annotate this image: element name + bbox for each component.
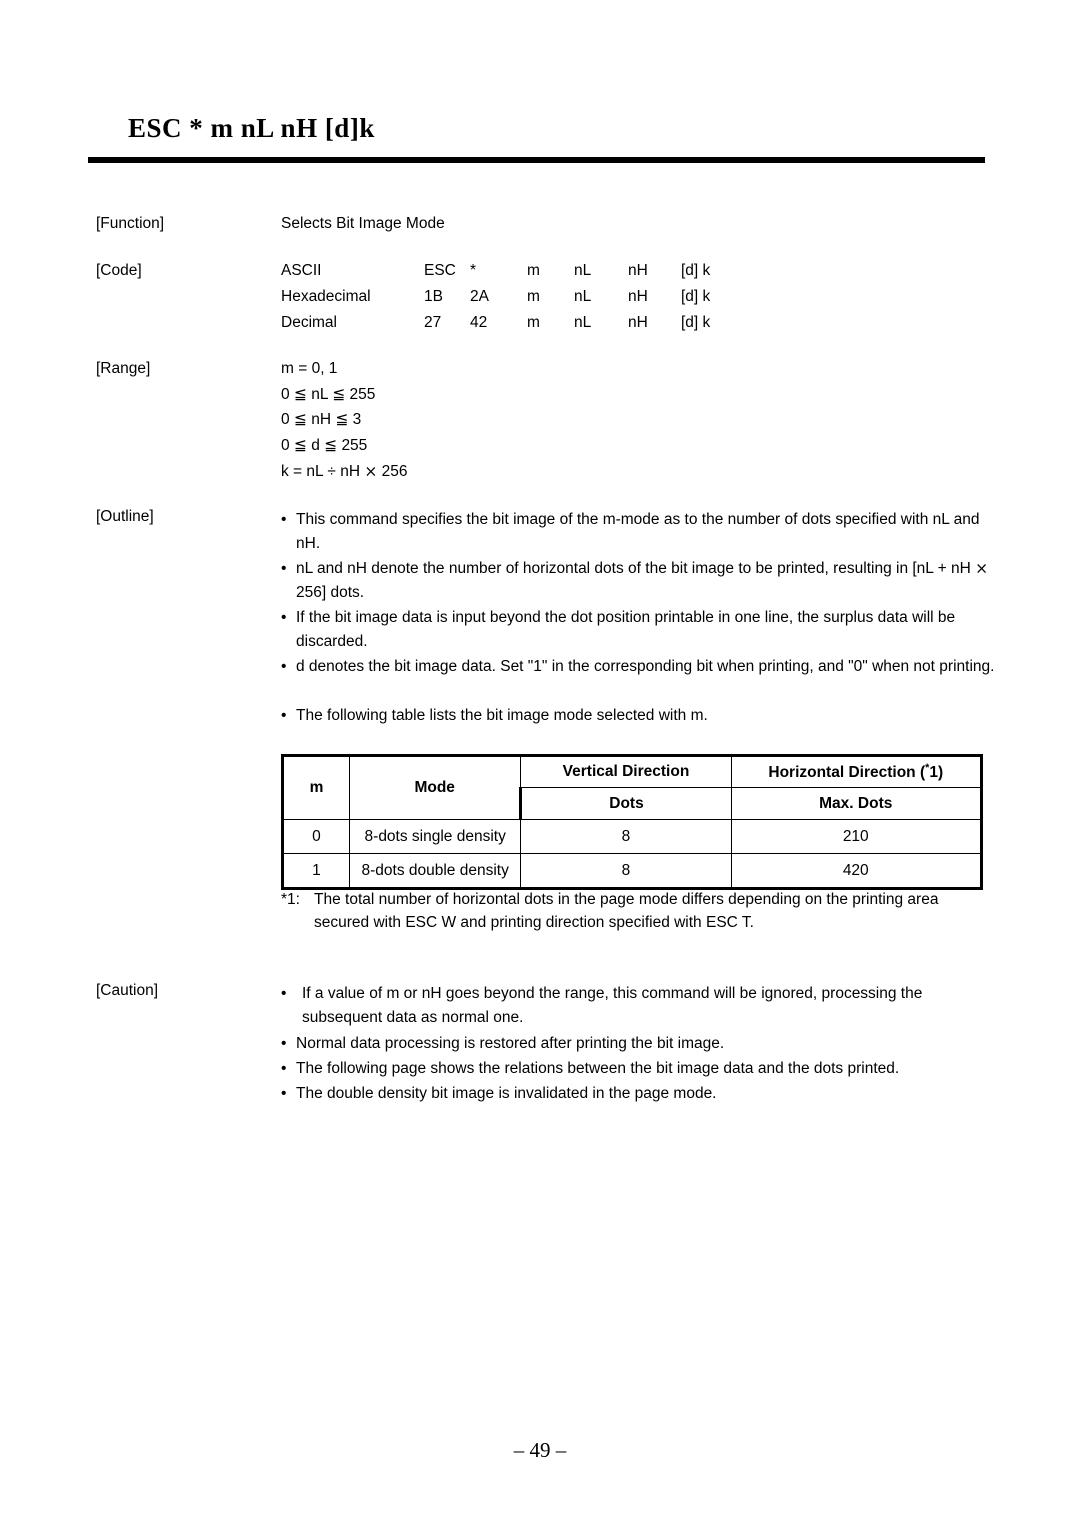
caution-bullet-text: Normal data processing is restored after… xyxy=(296,1035,725,1052)
code-row-byte2: 2A xyxy=(470,288,489,305)
code-row-m: m xyxy=(527,288,540,305)
code-row-byte1: ESC xyxy=(424,262,456,279)
range-label: [Range] xyxy=(96,360,151,377)
code-row-name: Hexadecimal xyxy=(281,288,371,305)
page-title: ESC * m nL nH [d]k xyxy=(128,113,375,143)
code-row-m: m xyxy=(527,314,540,331)
table-footnote: *1: The total number of horizontal dots … xyxy=(281,888,996,934)
bullet-icon: • xyxy=(281,1060,287,1077)
header-horizontal-direction: Horizontal Direction (*1) xyxy=(730,754,984,788)
code-row-nh: nH xyxy=(628,262,648,279)
caution-bullet-text: The following page shows the relations b… xyxy=(296,1060,900,1077)
outline-bullet-text: d denotes the bit image data. Set "1" in… xyxy=(296,658,995,675)
bullet-icon: • xyxy=(281,985,287,1002)
bullet-icon: • xyxy=(281,511,287,528)
outline-bullet-text: This command specifies the bit image of … xyxy=(296,511,980,552)
code-row-dk: [d] k xyxy=(681,314,711,331)
outline-bullet: • nL and nH denote the number of horizon… xyxy=(281,557,996,605)
range-line: m = 0, 1 xyxy=(281,360,338,377)
outline-bullet-text: nL and nH denote the number of horizonta… xyxy=(296,560,989,601)
outline-label: [Outline] xyxy=(96,508,154,525)
cell-mode: 8-dots double density xyxy=(348,853,522,890)
footnote-text: The total number of horizontal dots in t… xyxy=(314,891,939,931)
code-row-byte1: 1B xyxy=(424,288,443,305)
page-number: – 49 – xyxy=(513,1438,567,1462)
header-vertical-direction: Vertical Direction xyxy=(520,754,732,788)
table-row: 1 8-dots double density 8 420 xyxy=(281,853,984,890)
bullet-icon: • xyxy=(281,658,287,675)
function-label: [Function] xyxy=(96,215,165,232)
caution-bullet-text: The double density bit image is invalida… xyxy=(296,1085,717,1102)
footnote-label: *1: xyxy=(281,891,300,908)
range-line: k = nL ÷ nH ⨯ 256 xyxy=(281,463,408,480)
code-row-nl: nL xyxy=(574,262,592,279)
code-row-nh: nH xyxy=(628,288,648,305)
header-mode: Mode xyxy=(348,754,522,820)
caution-bullet-text: If a value of m or nH goes beyond the ra… xyxy=(302,985,923,1026)
document-page: ESC * m nL nH [d]k [Function] Selects Bi… xyxy=(0,0,1080,1528)
table-row: 0 8-dots single density 8 210 xyxy=(281,819,984,854)
outline-bullet: • If the bit image data is input beyond … xyxy=(281,606,996,654)
cell-mode: 8-dots single density xyxy=(348,819,522,854)
code-row-m: m xyxy=(527,262,540,279)
bullet-icon: • xyxy=(281,707,287,724)
header-dots: Dots xyxy=(519,787,732,820)
code-label: [Code] xyxy=(96,262,142,279)
code-row-nl: nL xyxy=(574,314,592,331)
cell-max-dots: 210 xyxy=(730,819,984,854)
caution-bullet: • The double density bit image is invali… xyxy=(281,1082,996,1106)
header-max-dots: Max. Dots xyxy=(730,787,984,820)
header-horizontal-suffix: 1) xyxy=(929,764,944,782)
table-header-row-1: m Mode Vertical Direction Horizontal Dir… xyxy=(281,754,984,820)
cell-m: 0 xyxy=(281,819,350,854)
caution-bullet: • Normal data processing is restored aft… xyxy=(281,1032,996,1056)
range-line: 0 ≦ d ≦ 255 xyxy=(281,437,368,454)
code-row-name: ASCII xyxy=(281,262,322,279)
bullet-icon: • xyxy=(281,560,287,577)
outline-bullet-text: If the bit image data is input beyond th… xyxy=(296,609,956,650)
function-text: Selects Bit Image Mode xyxy=(281,215,445,232)
bullet-icon: • xyxy=(281,1035,287,1052)
range-line: 0 ≦ nH ≦ 3 xyxy=(281,411,362,428)
code-row-dk: [d] k xyxy=(681,288,711,305)
cell-dots: 8 xyxy=(520,819,732,854)
caution-bullet: • If a value of m or nH goes beyond the … xyxy=(281,982,996,1030)
outline-bullet: • This command specifies the bit image o… xyxy=(281,508,996,556)
range-line: 0 ≦ nL ≦ 255 xyxy=(281,386,376,403)
code-row-byte2: * xyxy=(470,262,477,279)
outline-bullet-text: The following table lists the bit image … xyxy=(296,707,708,724)
cell-m: 1 xyxy=(281,853,350,890)
outline-bullet: • The following table lists the bit imag… xyxy=(281,704,996,728)
header-m: m xyxy=(281,754,350,820)
outline-bullet: • d denotes the bit image data. Set "1" … xyxy=(281,655,996,679)
bit-image-mode-table: m Mode Vertical Direction Horizontal Dir… xyxy=(281,754,984,890)
code-row-dk: [d] k xyxy=(681,262,711,279)
code-row-nh: nH xyxy=(628,314,648,331)
title-rule xyxy=(88,157,985,163)
cell-dots: 8 xyxy=(520,853,732,890)
code-row-nl: nL xyxy=(574,288,592,305)
code-row-byte1: 27 xyxy=(424,314,442,331)
code-row-name: Decimal xyxy=(281,314,337,331)
caution-label: [Caution] xyxy=(96,982,159,999)
cell-max-dots: 420 xyxy=(730,853,984,890)
caution-bullet: • The following page shows the relations… xyxy=(281,1057,996,1081)
header-horizontal-text: Horizontal Direction ( xyxy=(768,764,926,782)
bullet-icon: • xyxy=(281,609,287,626)
code-row-byte2: 42 xyxy=(470,314,488,331)
bullet-icon: • xyxy=(281,1085,287,1102)
